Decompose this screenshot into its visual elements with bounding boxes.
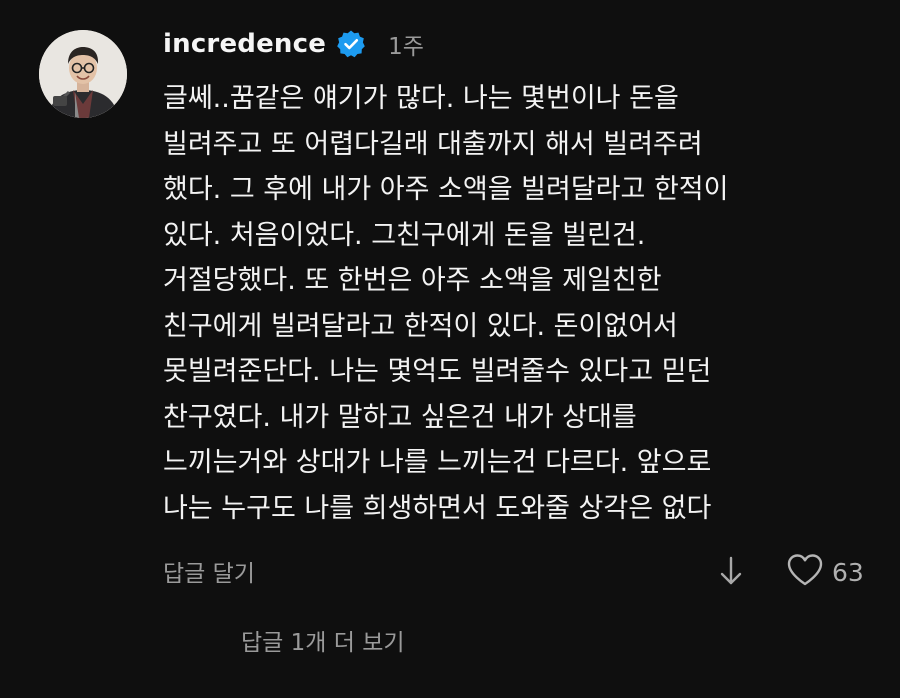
- comment-line: 글쎄..꿈같은 얘기가 많다. 나는 몇번이나 돈을: [163, 83, 679, 114]
- avatar-photo: [39, 30, 127, 118]
- comment-line: 찬구였다. 내가 말하고 싶은건 내가 상대를: [163, 401, 637, 433]
- verified-badge-icon: [336, 29, 366, 59]
- comment-line: 있다. 처음이었다. 그친구에게 돈을 빌린건.: [163, 219, 646, 251]
- comment-line: 빌려주고 또 어렵다길래 대출까지 해서 빌려주려: [163, 128, 703, 160]
- comment-header: incredence 1주: [163, 24, 424, 64]
- reply-button[interactable]: 답글 달기: [163, 554, 255, 588]
- avatar[interactable]: [39, 30, 127, 118]
- comment-line: 느끼는거와 상대가 나를 느끼는건 다르다. 앞으로: [163, 447, 712, 478]
- username[interactable]: incredence: [163, 29, 326, 59]
- comment-actions: 답글 달기 63: [163, 552, 873, 592]
- like-button[interactable]: 63: [786, 552, 864, 592]
- heart-icon: [786, 553, 824, 591]
- comment-line: 못빌려준단다. 나는 몇억도 빌려줄수 있다고 믿던: [163, 356, 712, 387]
- timestamp: 1주: [388, 34, 424, 60]
- comment-line: 했다. 그 후에 내가 아주 소액을 빌려달라고 한적이: [163, 174, 729, 205]
- view-more-replies-button[interactable]: 답글 1개 더 보기: [241, 623, 405, 657]
- comment-line: 친구에게 빌려달라고 한적이 있다. 돈이없어서: [163, 310, 678, 342]
- arrow-down-icon[interactable]: [716, 554, 746, 588]
- comment-line: 거절당했다. 또 한번은 아주 소액을 제일친한: [163, 265, 662, 296]
- comment: incredence 1주 글쎄..꿈같은 얘기가 많다. 나는 몇번이나 돈을…: [0, 0, 900, 698]
- comment-line: 나는 누구도 나를 희생하면서 도와줄 상각은 없다: [163, 492, 712, 524]
- comment-text: 글쎄..꿈같은 얘기가 많다. 나는 몇번이나 돈을 빌려주고 또 어렵다길래 …: [163, 76, 863, 531]
- like-count: 63: [832, 557, 864, 587]
